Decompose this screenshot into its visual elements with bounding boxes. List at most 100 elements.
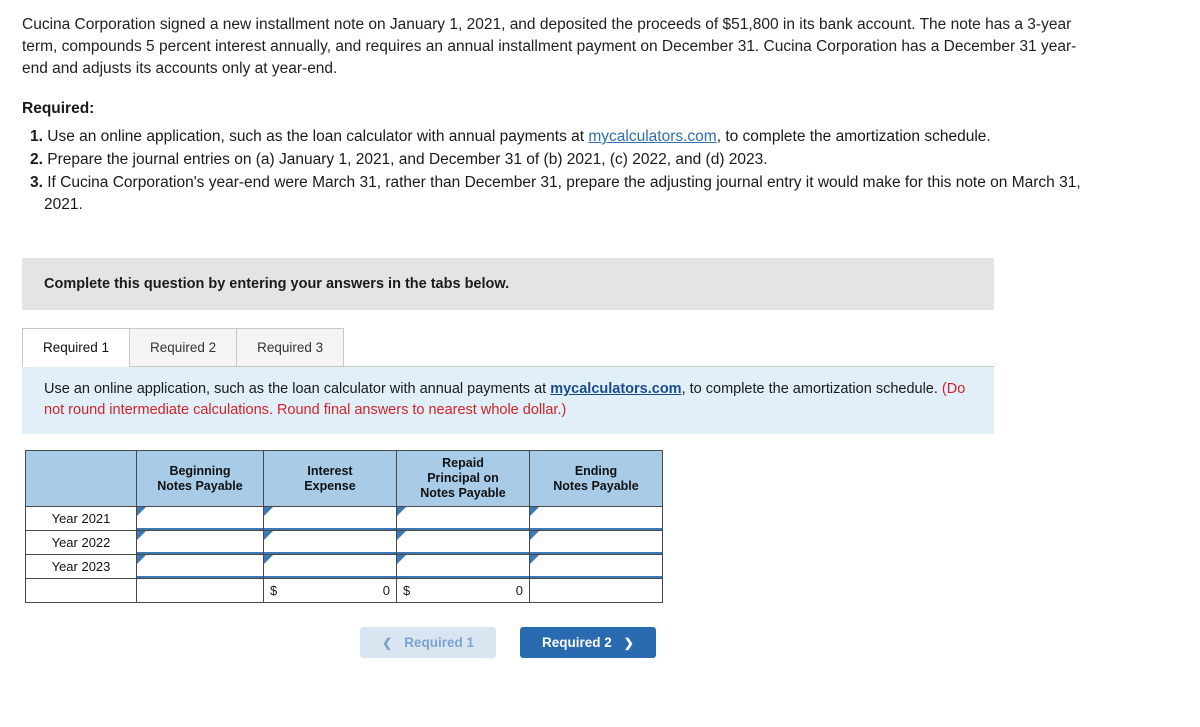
header-beginning-line2: Notes Payable <box>157 478 243 493</box>
input-cell[interactable] <box>530 531 662 555</box>
header-ending-line1: Ending <box>574 463 618 478</box>
table-header-row: Beginning Notes Payable Interest Expense… <box>25 450 663 508</box>
cell-2023-ending[interactable] <box>529 554 663 580</box>
cell-value <box>397 531 529 552</box>
total-interest-symbol: $ <box>270 583 278 599</box>
cell-corner-icon <box>530 555 539 565</box>
input-cell[interactable] <box>397 507 529 531</box>
requirement-1-text-before: Use an online application, such as the l… <box>47 128 589 145</box>
total-cell-blank <box>137 579 263 603</box>
page-container: Cucina Corporation signed a new installm… <box>0 0 1200 659</box>
total-interest: $ 0 <box>263 578 397 604</box>
previous-required-button[interactable]: ❮ Required 1 <box>360 627 496 659</box>
cell-value <box>264 531 396 552</box>
cell-corner-icon <box>397 507 406 517</box>
table-total-row: $ 0 $ 0 <box>25 578 663 604</box>
cell-corner-icon <box>137 555 146 565</box>
instruction-text-2: , to complete the amortization schedule. <box>681 381 942 397</box>
input-cell[interactable] <box>264 531 396 555</box>
requirements-list: 1. Use an online application, such as th… <box>22 126 1112 216</box>
header-interest-line1: Interest <box>307 463 353 478</box>
tab-strip: Required 1 Required 2 Required 3 <box>22 328 1178 367</box>
header-interest-line2: Expense <box>304 478 356 493</box>
header-beginning-line1: Beginning <box>169 463 231 478</box>
cell-value <box>530 531 662 552</box>
cell-corner-icon <box>264 507 273 517</box>
tab-required-2[interactable]: Required 2 <box>129 328 238 367</box>
cell-2022-interest[interactable] <box>263 530 397 556</box>
cell-2022-ending[interactable] <box>529 530 663 556</box>
cell-2021-ending[interactable] <box>529 506 663 532</box>
requirement-3-text: If Cucina Corporation's year-end were Ma… <box>44 174 1081 213</box>
total-cell: $ 0 <box>397 579 529 603</box>
input-cell[interactable] <box>137 507 263 531</box>
cell-corner-icon <box>264 555 273 565</box>
requirement-1-number: 1. <box>30 128 43 145</box>
cell-value <box>137 507 263 528</box>
mycalculators-link-req1[interactable]: mycalculators.com <box>588 128 716 145</box>
cell-value <box>530 507 662 528</box>
cell-value <box>264 555 396 576</box>
input-cell[interactable] <box>397 555 529 579</box>
row-label-2021: Year 2021 <box>25 506 137 532</box>
cell-corner-icon <box>397 531 406 541</box>
amortization-table-wrapper: Beginning Notes Payable Interest Expense… <box>25 450 1178 604</box>
requirement-2: 2. Prepare the journal entries on (a) Ja… <box>22 149 1112 171</box>
total-repaid-numcell: $ 0 <box>397 579 529 602</box>
total-ending <box>529 578 663 604</box>
answer-banner: Complete this question by entering your … <box>22 258 994 310</box>
cell-corner-icon <box>397 555 406 565</box>
cell-2022-beginning[interactable] <box>136 530 264 556</box>
cell-2023-interest[interactable] <box>263 554 397 580</box>
tab-required-1[interactable]: Required 1 <box>22 328 131 367</box>
header-repaid-line2: Principal on <box>427 471 499 486</box>
row-label-2022: Year 2022 <box>25 530 137 556</box>
input-cell[interactable] <box>397 531 529 555</box>
header-ending-notes-payable: Ending Notes Payable <box>529 450 663 508</box>
input-cell[interactable] <box>530 507 662 531</box>
input-cell[interactable] <box>264 507 396 531</box>
amortization-table-head: Beginning Notes Payable Interest Expense… <box>25 450 663 508</box>
total-repaid: $ 0 <box>396 578 530 604</box>
amortization-table: Beginning Notes Payable Interest Expense… <box>25 450 663 604</box>
cell-2021-repaid[interactable] <box>396 506 530 532</box>
total-repaid-symbol: $ <box>403 583 411 599</box>
input-cell[interactable] <box>264 555 396 579</box>
cell-2023-repaid[interactable] <box>396 554 530 580</box>
cell-value <box>264 507 396 528</box>
cell-value <box>137 555 263 576</box>
instruction-panel: Use an online application, such as the l… <box>22 367 994 435</box>
cell-corner-icon <box>137 531 146 541</box>
next-required-button[interactable]: Required 2 ❯ <box>520 627 656 659</box>
cell-value <box>397 507 529 528</box>
input-cell[interactable] <box>137 531 263 555</box>
tab-required-3[interactable]: Required 3 <box>236 328 345 367</box>
total-cell-blank <box>530 579 662 603</box>
header-interest-expense: Interest Expense <box>263 450 397 508</box>
mycalculators-link-instruction[interactable]: mycalculators.com <box>550 381 681 397</box>
cell-value <box>397 555 529 576</box>
input-cell[interactable] <box>137 555 263 579</box>
cell-2021-interest[interactable] <box>263 506 397 532</box>
total-repaid-value: 0 <box>515 583 523 599</box>
header-ending-line2: Notes Payable <box>553 478 639 493</box>
total-interest-numcell: $ 0 <box>264 579 396 602</box>
required-heading: Required: <box>22 100 95 117</box>
header-repaid-line1: Repaid <box>442 456 484 471</box>
chevron-left-icon: ❮ <box>382 635 393 650</box>
total-cell: $ 0 <box>264 579 396 603</box>
total-interest-value: 0 <box>382 583 390 599</box>
input-cell[interactable] <box>530 555 662 579</box>
requirement-2-text: Prepare the journal entries on (a) Janua… <box>47 151 768 168</box>
cell-2021-beginning[interactable] <box>136 506 264 532</box>
table-row: Year 2023 <box>25 554 663 580</box>
header-repaid-principal: Repaid Principal on Notes Payable <box>396 450 530 508</box>
header-repaid-line3: Notes Payable <box>420 486 506 501</box>
cell-2023-beginning[interactable] <box>136 554 264 580</box>
problem-paragraph: Cucina Corporation signed a new installm… <box>22 16 1077 77</box>
requirement-3-number: 3. <box>30 174 43 191</box>
instruction-text-1: Use an online application, such as the l… <box>44 381 551 397</box>
cell-corner-icon <box>137 507 146 517</box>
total-beginning <box>136 578 264 604</box>
cell-2022-repaid[interactable] <box>396 530 530 556</box>
